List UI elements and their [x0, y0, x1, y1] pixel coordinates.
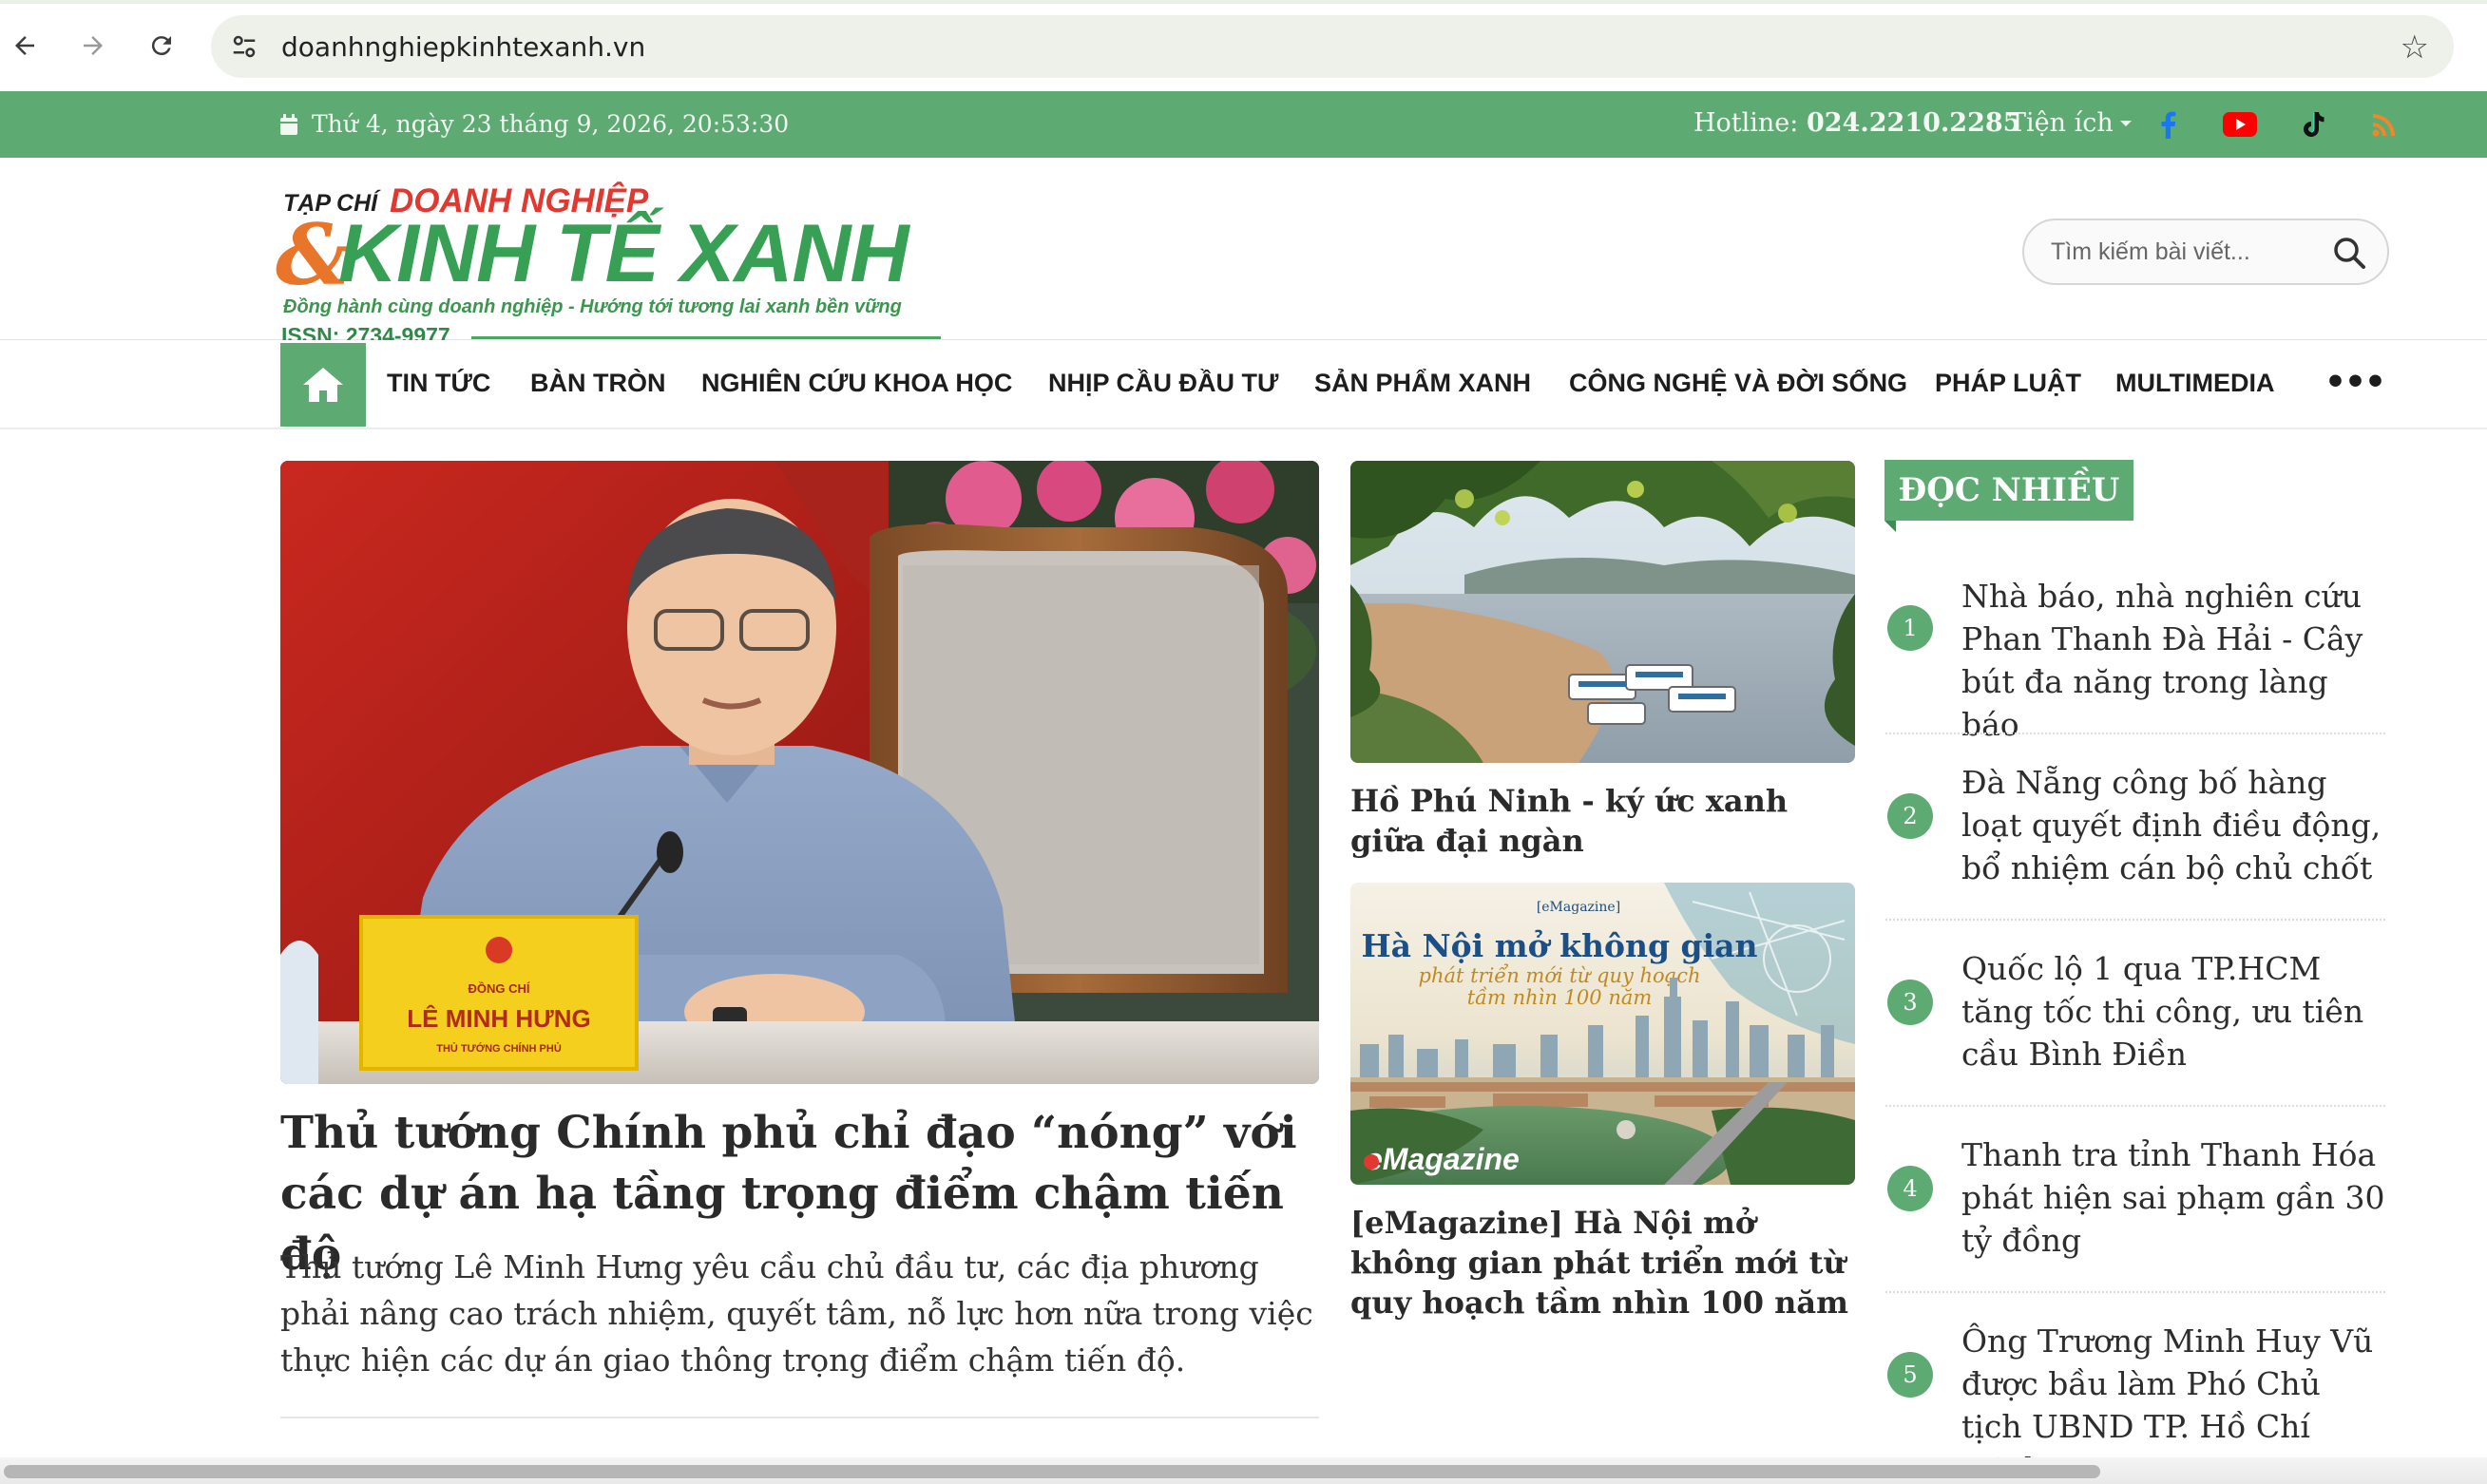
utilities-dropdown[interactable]: Tiện ích	[2009, 108, 2133, 138]
logo-underline	[471, 336, 941, 339]
next-article-peek	[281, 1442, 1327, 1457]
rss-icon[interactable]	[2366, 106, 2402, 143]
divider	[1885, 732, 2385, 734]
search-input[interactable]	[2051, 236, 2307, 268]
top-info-bar: Thứ 4, ngày 23 tháng 9, 2026, 20:53:30 H…	[0, 91, 2487, 158]
emag-badge: eMagazine	[1366, 1142, 1520, 1176]
rank-badge: 5	[1887, 1352, 1933, 1398]
date-text: Thứ 4, ngày 23 tháng 9, 2026, 20:53:30	[312, 110, 790, 138]
menu-cong-nghe-va-doi-song[interactable]: CÔNG NGHỆ VÀ ĐỜI SỐNG	[1569, 369, 1907, 398]
emag-head: Hà Nội mở không gian	[1361, 927, 1757, 964]
menu-ban-tron[interactable]: BÀN TRÒN	[530, 369, 666, 398]
tab-strip-edge	[0, 0, 2487, 4]
nameplate-title: ĐỒNG CHÍ	[469, 981, 530, 996]
menu-nhip-cau-dau-tu[interactable]: NHỊP CẦU ĐẦU TƯ	[1048, 369, 1278, 398]
menu-phap-luat[interactable]: PHÁP LUẬT	[1935, 369, 2081, 398]
emag-sub-2: tầm nhìn 100 năm	[1467, 986, 1653, 1009]
site-header: TẠP CHÍ DOANH NGHIỆP & KINH TẾ XANH Đồng…	[0, 158, 2487, 348]
calendar-icon	[279, 113, 298, 136]
more-menu-icon[interactable]: •••	[2324, 363, 2386, 402]
lead-article-summary: Thủ tướng Lê Minh Hưng yêu cầu chủ đầu t…	[280, 1248, 1313, 1379]
nameplate-name: LÊ MINH HƯNG	[407, 1004, 590, 1033]
hotline-number[interactable]: 024.2210.2285	[1807, 108, 2020, 138]
bookmark-star-icon[interactable]: ☆	[2401, 29, 2429, 67]
rank-badge: 3	[1887, 980, 1933, 1025]
caret-down-icon	[2119, 120, 2132, 126]
current-date: Thứ 4, ngày 23 tháng 9, 2026, 20:53:30	[279, 110, 789, 138]
emag-sub-1: phát triển mới từ quy hoạch	[1419, 964, 1701, 987]
lead-article-image[interactable]: ĐỒNG CHÍ LÊ MINH HƯNG THỦ TƯỚNG CHÍNH PH…	[280, 461, 1319, 1084]
horizontal-scrollbar[interactable]	[0, 1457, 2487, 1484]
hotline: Hotline: 024.2210.2285	[1693, 108, 2020, 138]
most-read-title[interactable]: Nhà báo, nhà nghiên cứu Phan Thanh Đà Hả…	[1961, 575, 2389, 746]
menu-multimedia[interactable]: MULTIMEDIA	[2115, 369, 2274, 398]
rank-badge: 4	[1887, 1166, 1933, 1211]
most-read-title[interactable]: Thanh tra tỉnh Thanh Hóa phát hiện sai p…	[1961, 1133, 2389, 1262]
browser-toolbar: doanhnghiepkinhtexanh.vn ☆	[0, 0, 2487, 91]
youtube-icon[interactable]	[2222, 106, 2258, 143]
rank-badge: 2	[1887, 793, 1933, 839]
url-text[interactable]: doanhnghiepkinhtexanh.vn	[281, 31, 645, 63]
site-logo[interactable]: TẠP CHÍ DOANH NGHIỆP & KINH TẾ XANH Đồng…	[276, 171, 945, 348]
most-read-heading: ĐỌC NHIỀU	[1884, 460, 2133, 521]
rank-badge: 1	[1887, 605, 1933, 651]
search-icon[interactable]	[2330, 234, 2368, 272]
back-icon[interactable]	[6, 27, 44, 65]
reload-icon[interactable]	[143, 27, 181, 65]
hotline-label: Hotline:	[1693, 108, 1799, 138]
logo-slogan: Đồng hành cùng doanh nghiệp - Hướng tới …	[283, 296, 902, 317]
facebook-icon[interactable]	[2150, 106, 2186, 143]
divider	[1885, 1105, 2385, 1107]
most-read-title[interactable]: Quốc lộ 1 qua TP.HCM tăng tốc thi công, …	[1961, 947, 2389, 1075]
side-article-title-1[interactable]: Hồ Phú Ninh - ký ức xanh giữa đại ngàn	[1350, 781, 1864, 861]
divider	[1885, 1291, 2385, 1293]
address-bar[interactable]: doanhnghiepkinhtexanh.vn ☆	[211, 15, 2454, 78]
site-info-icon[interactable]	[228, 30, 260, 63]
utilities-label: Tiện ích	[2009, 108, 2114, 138]
heading-notch	[1884, 521, 1896, 532]
tiktok-icon[interactable]	[2294, 106, 2330, 143]
forward-icon[interactable]	[74, 27, 112, 65]
logo-kinh-te-xanh: KINH TẾ XANH	[338, 208, 909, 299]
emag-tag: [eMagazine]	[1537, 900, 1620, 915]
search-box	[2022, 219, 2389, 285]
side-article-image-2[interactable]: [eMagazine] Hà Nội mở không gian phát tr…	[1350, 883, 1855, 1185]
most-read-title[interactable]: Đà Nẵng công bố hàng loạt quyết định điề…	[1961, 761, 2389, 889]
menu-nghien-cuu-khoa-hoc[interactable]: NGHIÊN CỨU KHOA HỌC	[701, 369, 1012, 398]
divider	[280, 1417, 1319, 1418]
home-icon[interactable]	[280, 343, 366, 427]
divider	[1885, 919, 2385, 921]
menu-san-pham-xanh[interactable]: SẢN PHẨM XANH	[1314, 369, 1531, 398]
nameplate-role: THỦ TƯỚNG CHÍNH PHỦ	[436, 1042, 562, 1055]
main-menu: TIN TỨC BÀN TRÒN NGHIÊN CỨU KHOA HỌC NHỊ…	[0, 340, 2487, 429]
side-article-image-1[interactable]	[1350, 461, 1855, 763]
side-article-title-2[interactable]: [eMagazine] Hà Nội mở không gian phát tr…	[1350, 1203, 1864, 1322]
scrollbar-thumb[interactable]	[4, 1465, 2100, 1478]
menu-tin-tuc[interactable]: TIN TỨC	[387, 369, 490, 398]
